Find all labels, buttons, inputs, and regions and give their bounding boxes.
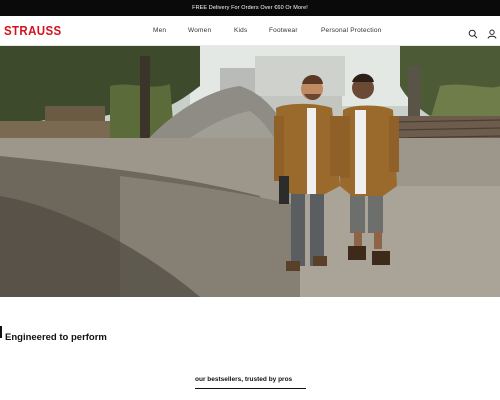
section-heading: Engineered to perform (5, 332, 107, 343)
section-marker (0, 326, 2, 338)
announcement-text: FREE Delivery For Orders Over €60 Or Mor… (192, 5, 308, 11)
nav-item-men[interactable]: Men (153, 27, 166, 34)
tab-bestsellers[interactable]: our bestsellers, trusted by pros (195, 376, 292, 383)
nav-item-personal-protection[interactable]: Personal Protection (321, 27, 382, 34)
nav-item-kids[interactable]: Kids (234, 27, 247, 34)
nav-item-women[interactable]: Women (188, 27, 211, 34)
hero-image (0, 46, 500, 297)
nav-item-footwear[interactable]: Footwear (269, 27, 298, 34)
hero-banner[interactable] (0, 46, 500, 297)
account-icon[interactable] (487, 26, 497, 39)
main-navigation: Men Women Kids Footwear Personal Protect… (0, 16, 500, 46)
header-nav: STRAUSS Men Women Kids Footwear Personal… (0, 16, 500, 46)
brand-logo[interactable]: STRAUSS (4, 24, 62, 38)
tab-underline (195, 388, 306, 389)
announcement-bar: FREE Delivery For Orders Over €60 Or Mor… (0, 0, 500, 16)
search-icon[interactable] (468, 26, 478, 39)
